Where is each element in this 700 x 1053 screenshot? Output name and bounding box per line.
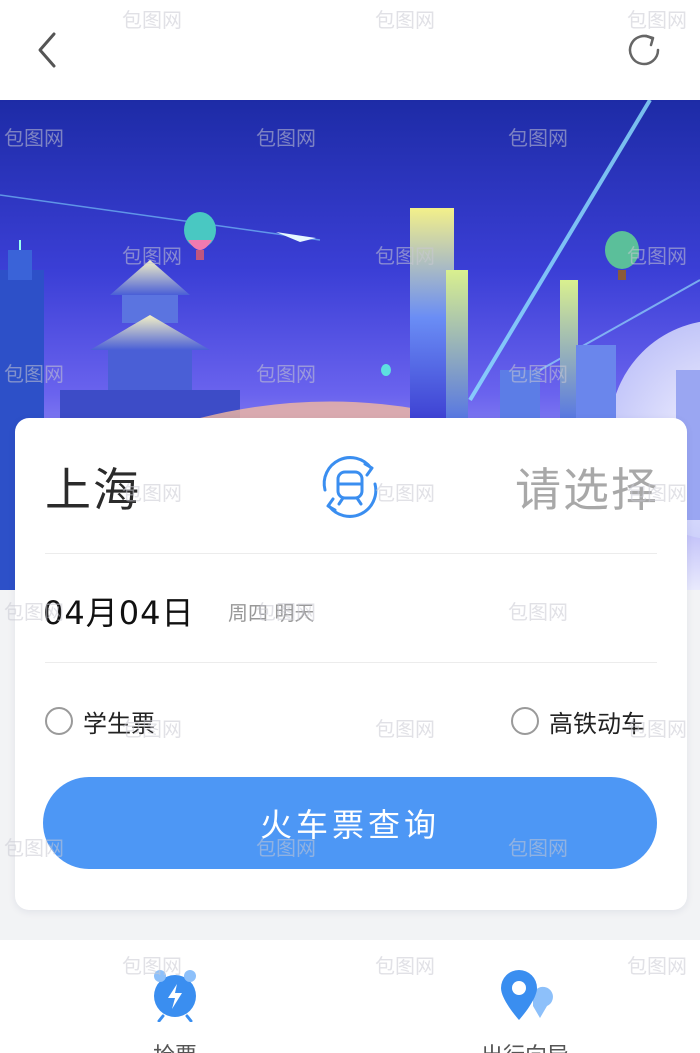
- bottom-tab-bar: 抢票 出行向导: [0, 940, 700, 1053]
- highspeed-train-label: 高铁动车: [549, 709, 645, 738]
- highspeed-train-option[interactable]: 高铁动车: [511, 706, 645, 738]
- ticket-search-card: 上海 请选择 04月04日 周四 明天 学生票 高铁动车 火车票查询: [15, 418, 687, 910]
- chevron-left-icon[interactable]: [30, 30, 66, 70]
- divider: [45, 553, 657, 554]
- tab-grab-tickets-label: 抢票: [105, 1038, 245, 1053]
- to-station[interactable]: 请选择: [515, 454, 659, 520]
- train-swap-icon[interactable]: [315, 452, 385, 522]
- student-ticket-radio[interactable]: [45, 707, 73, 735]
- tab-travel-guide[interactable]: 出行向导: [455, 940, 595, 1053]
- student-ticket-option[interactable]: 学生票: [45, 706, 155, 738]
- departure-date-weekday: 周四 明天: [228, 601, 315, 625]
- divider: [45, 662, 657, 663]
- student-ticket-label: 学生票: [83, 709, 155, 738]
- top-bar: [0, 0, 700, 100]
- highspeed-train-radio[interactable]: [511, 707, 539, 735]
- query-train-tickets-button[interactable]: 火车票查询: [43, 777, 657, 869]
- refresh-icon[interactable]: [624, 30, 664, 70]
- from-station[interactable]: 上海: [45, 454, 141, 520]
- departure-date[interactable]: 04月04日: [43, 588, 194, 634]
- location-pin-icon: [501, 970, 553, 1020]
- tab-grab-tickets[interactable]: 抢票: [105, 940, 245, 1053]
- lightning-clock-icon: [154, 970, 196, 1022]
- tab-travel-guide-label: 出行向导: [455, 1038, 595, 1053]
